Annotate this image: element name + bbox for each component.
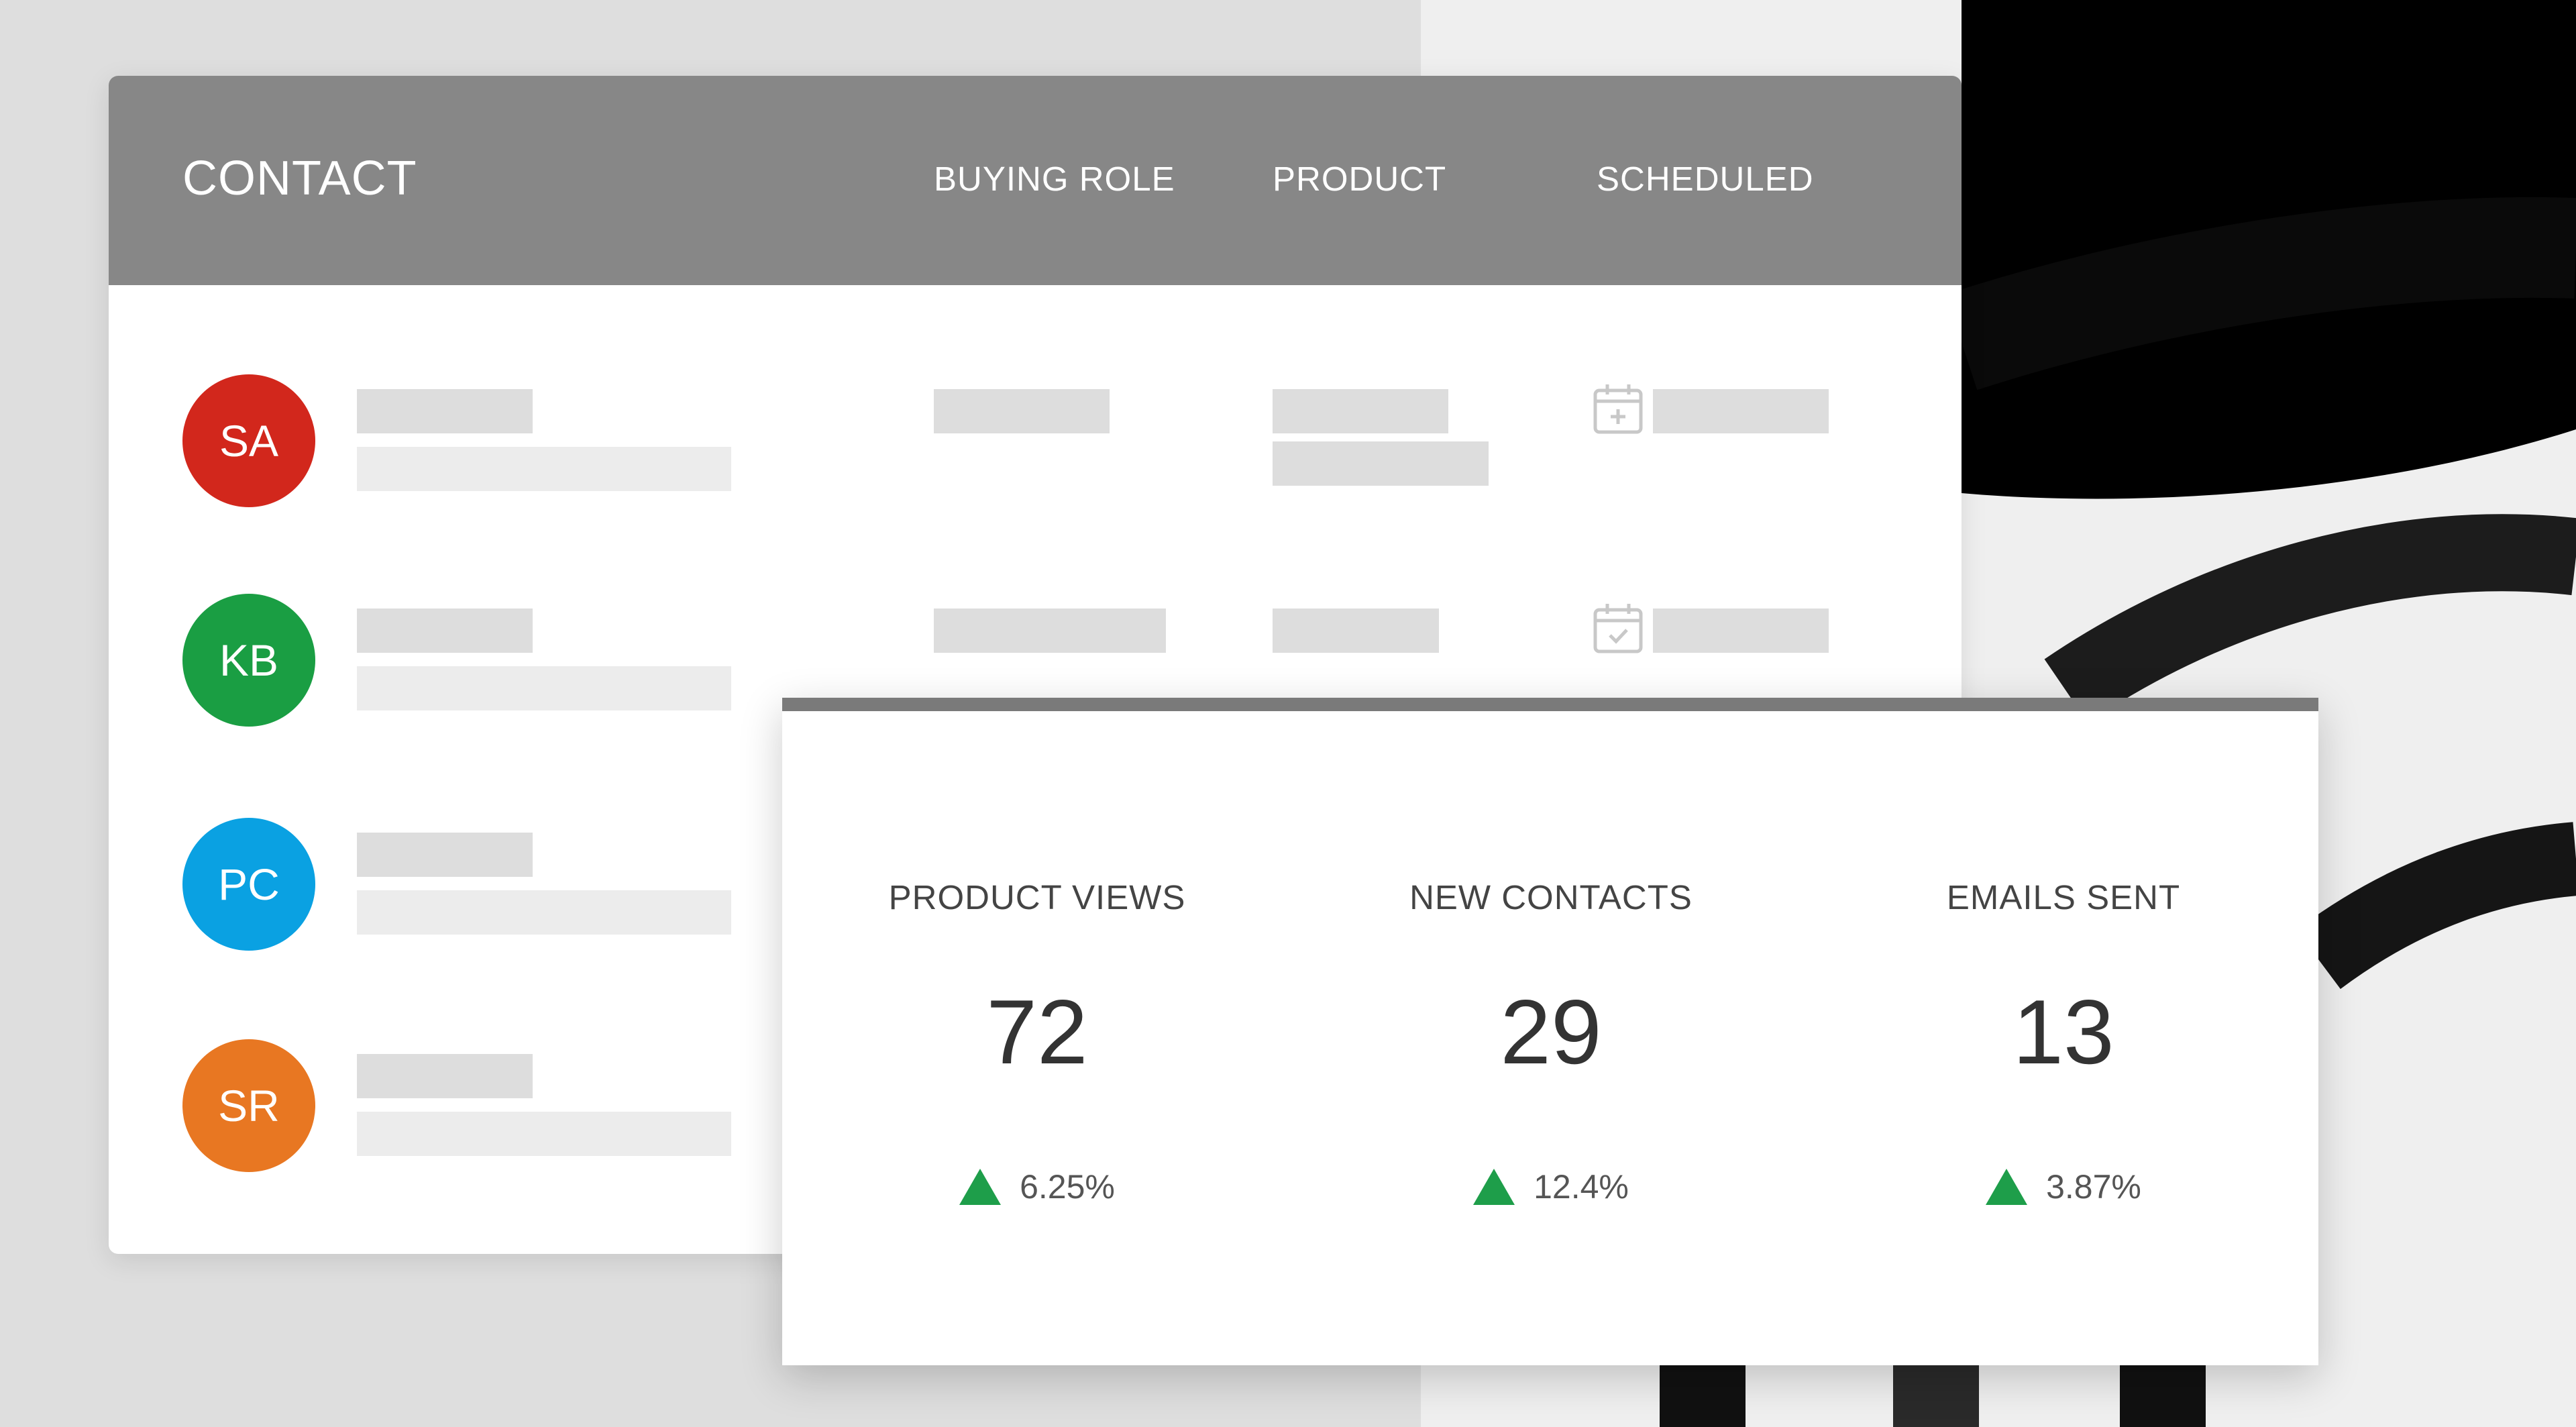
detail-placeholder xyxy=(357,890,731,935)
metric-change: 12.4% xyxy=(1296,1167,1806,1206)
metric-label: PRODUCT VIEWS xyxy=(888,878,1186,916)
table-row[interactable]: SA xyxy=(109,374,1962,576)
metric-value: 29 xyxy=(1500,981,1602,1083)
metric-value: 13 xyxy=(2012,981,2114,1083)
avatar: SR xyxy=(182,1039,315,1172)
product-placeholder xyxy=(1273,441,1489,486)
change-percent: 6.25% xyxy=(1020,1168,1115,1206)
table-header: CONTACT BUYING ROLE PRODUCT SCHEDULED xyxy=(109,76,1962,285)
metric-new-contacts[interactable]: NEW CONTACTS 29 12.4% xyxy=(1296,711,1806,1315)
avatar-initials: SA xyxy=(219,416,279,466)
avatar: SA xyxy=(182,374,315,507)
metric-change: 3.87% xyxy=(1809,1167,2318,1206)
metric-value: 72 xyxy=(986,981,1088,1083)
change-percent: 3.87% xyxy=(2046,1168,2141,1206)
dark-arc-shape xyxy=(2044,514,2576,723)
avatar: KB xyxy=(182,594,315,727)
dark-arc-shape-2 xyxy=(2296,822,2576,990)
triangle-up-icon xyxy=(1473,1169,1515,1205)
name-placeholder xyxy=(357,1054,533,1098)
scheduled-placeholder xyxy=(1653,389,1829,433)
buying-role-placeholder xyxy=(934,389,1110,433)
metric-label: NEW CONTACTS xyxy=(1409,878,1693,916)
change-percent: 12.4% xyxy=(1534,1168,1629,1206)
calendar-check-icon xyxy=(1593,604,1643,653)
column-header-product[interactable]: PRODUCT xyxy=(1273,159,1446,199)
avatar-initials: SR xyxy=(218,1081,280,1130)
metrics-panel: PRODUCT VIEWS 72 6.25% NEW CONTACTS 29 1… xyxy=(782,698,2318,1365)
column-header-contact[interactable]: CONTACT xyxy=(182,151,417,206)
metric-change: 6.25% xyxy=(782,1167,1292,1206)
scheduled-placeholder xyxy=(1653,609,1829,653)
name-placeholder xyxy=(357,833,533,877)
product-placeholder xyxy=(1273,389,1448,433)
triangle-up-icon xyxy=(959,1169,1002,1205)
avatar: PC xyxy=(182,818,315,951)
calendar-plus-icon xyxy=(1593,384,1643,434)
buying-role-placeholder xyxy=(934,609,1166,653)
metric-product-views[interactable]: PRODUCT VIEWS 72 6.25% xyxy=(782,711,1292,1315)
product-placeholder xyxy=(1273,609,1439,653)
detail-placeholder xyxy=(357,447,731,491)
detail-placeholder xyxy=(357,1112,731,1156)
triangle-up-icon xyxy=(1986,1169,2028,1205)
avatar-initials: PC xyxy=(218,859,280,909)
name-placeholder xyxy=(357,609,533,653)
detail-placeholder xyxy=(357,666,731,710)
metric-emails-sent[interactable]: EMAILS SENT 13 3.87% xyxy=(1809,711,2318,1315)
avatar-initials: KB xyxy=(219,635,279,685)
column-header-buying-role[interactable]: BUYING ROLE xyxy=(934,159,1175,199)
column-header-scheduled[interactable]: SCHEDULED xyxy=(1597,159,1814,199)
name-placeholder xyxy=(357,389,533,433)
metric-label: EMAILS SENT xyxy=(1946,878,2181,916)
